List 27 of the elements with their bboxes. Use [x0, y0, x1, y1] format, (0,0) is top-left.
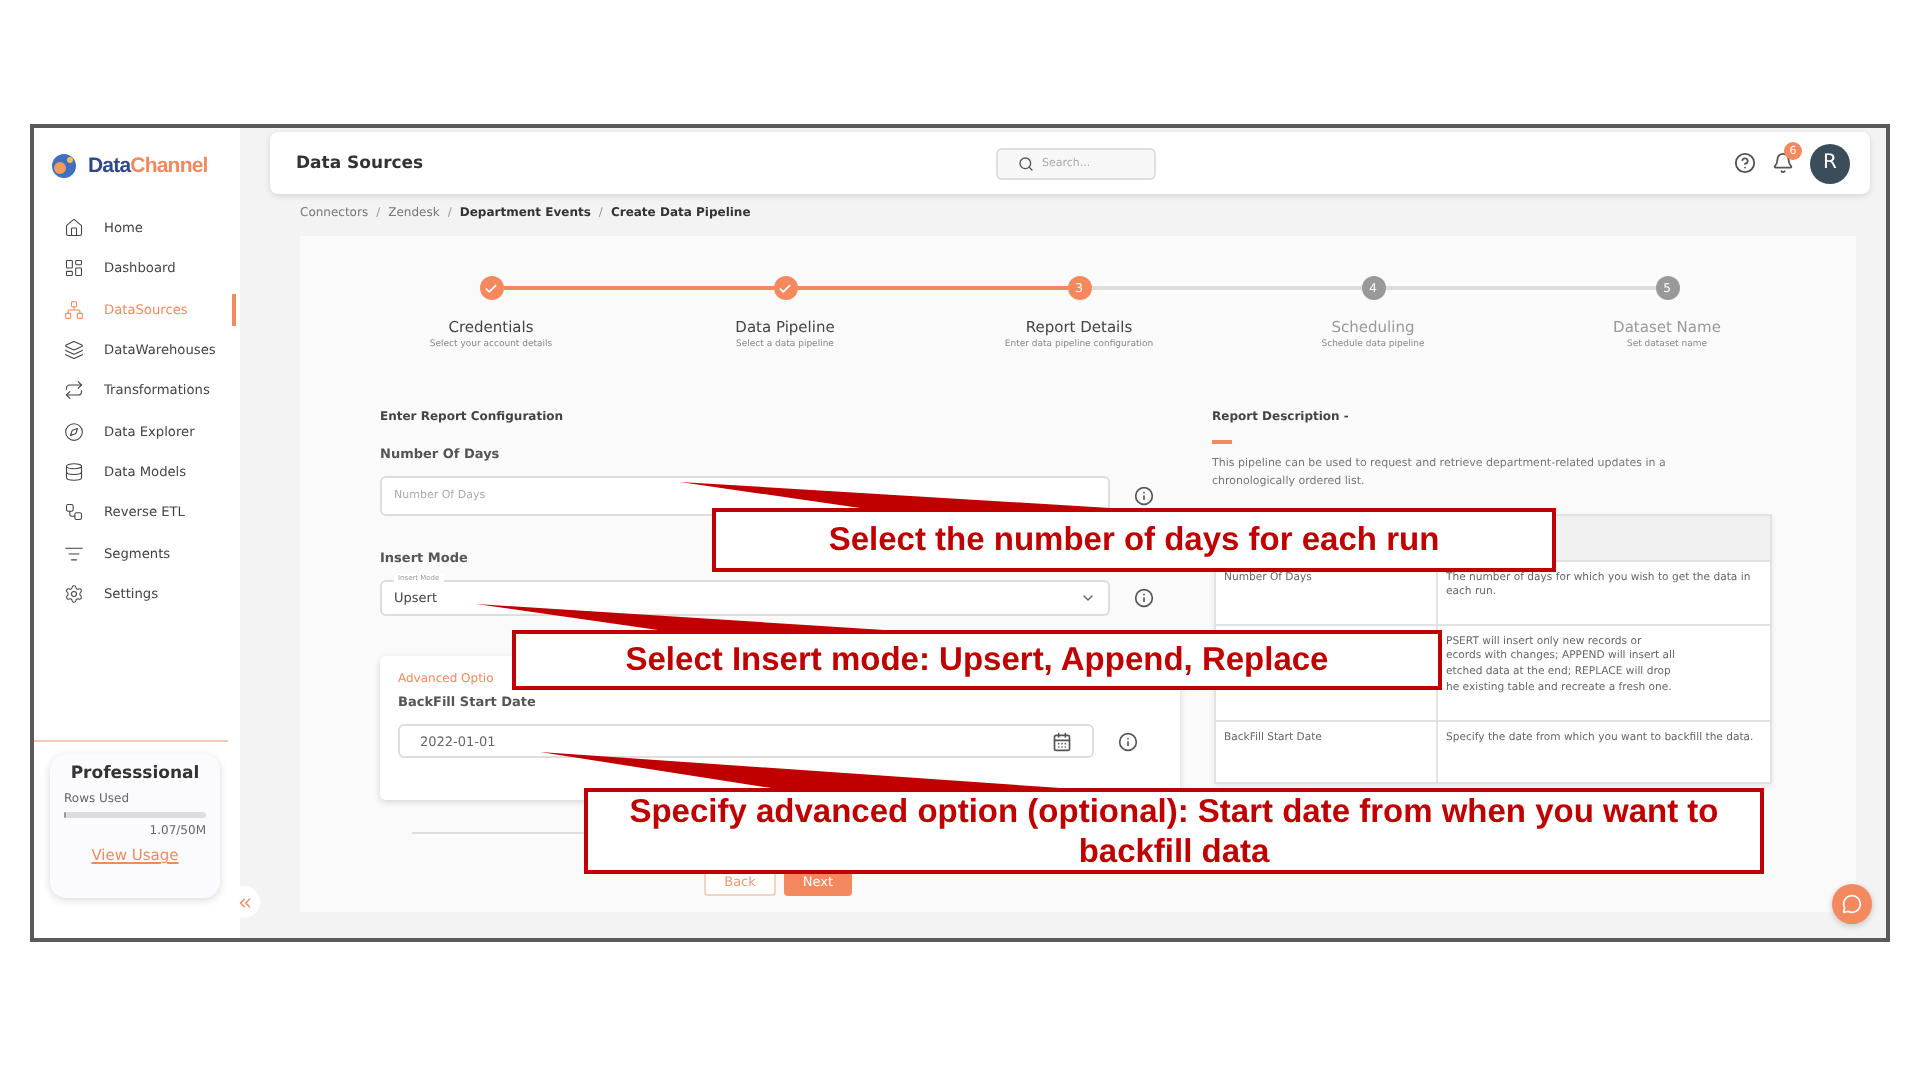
dropdown-icon — [1080, 590, 1096, 606]
calendar-icon[interactable] — [1052, 731, 1072, 751]
repeat-icon — [64, 380, 84, 401]
filter-list-icon — [64, 543, 84, 564]
logo-icon — [50, 152, 78, 180]
logo-text: DataChannel — [88, 154, 208, 178]
search-icon — [1018, 155, 1034, 171]
network-icon — [64, 299, 84, 320]
info-icon[interactable] — [1118, 731, 1138, 751]
plan-name: Professsional — [68, 764, 202, 784]
dashboard-icon — [64, 258, 84, 279]
help-icon[interactable] — [1734, 152, 1756, 174]
settings-icon — [64, 583, 84, 604]
page-title: Data Sources — [296, 153, 426, 173]
layers-icon — [64, 340, 84, 361]
info-icon[interactable] — [1134, 588, 1154, 608]
callout: Select Insert mode: Upsert, Append, Replace — [512, 630, 1442, 690]
database-icon — [64, 461, 84, 482]
compass-icon — [64, 421, 84, 442]
avatar[interactable]: R — [1810, 143, 1850, 183]
home-icon — [64, 218, 84, 239]
callout: Specify advanced option (optional): Start date from when you want to backfill data — [584, 788, 1764, 874]
callout: Select the number of days for each run — [712, 508, 1556, 572]
info-icon[interactable] — [1134, 486, 1154, 506]
chat-icon — [1842, 894, 1862, 914]
workflow-icon — [64, 502, 84, 523]
bell-icon[interactable] — [1772, 152, 1794, 174]
